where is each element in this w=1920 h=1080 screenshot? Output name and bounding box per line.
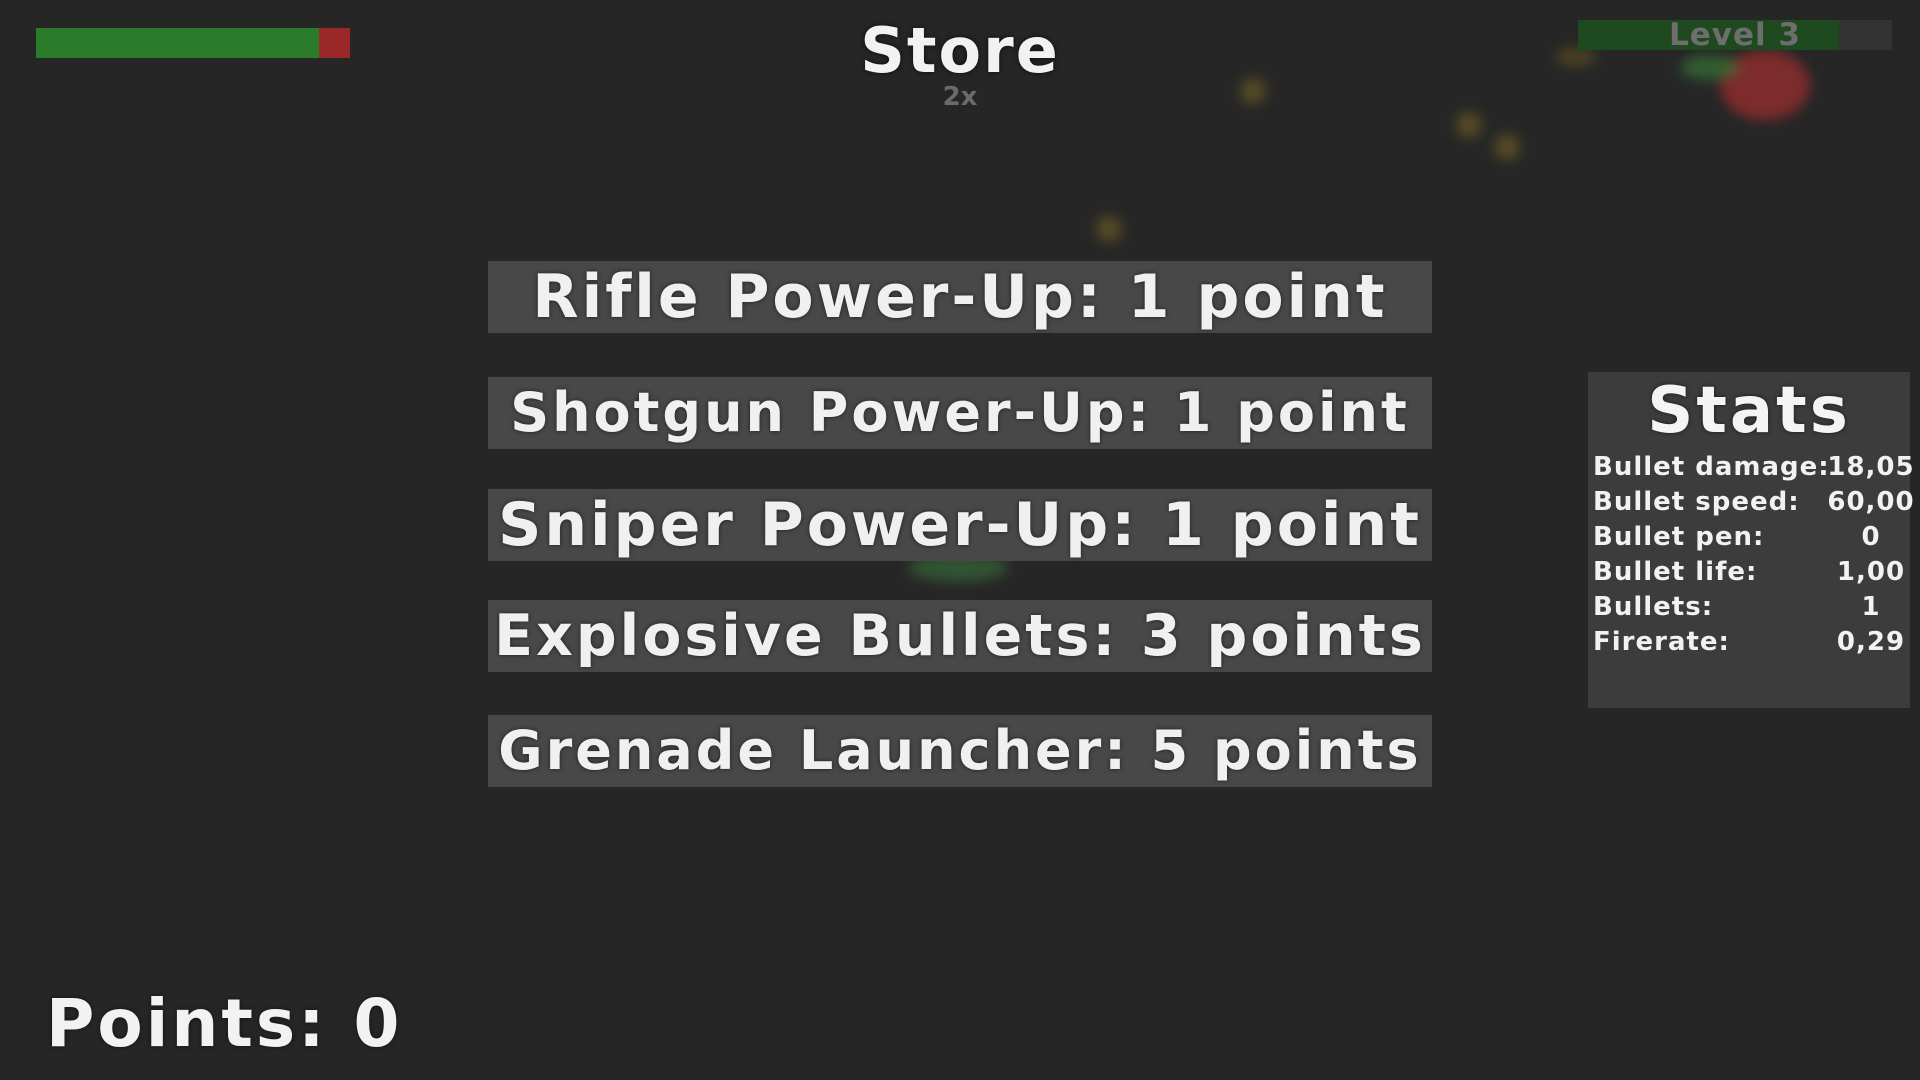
background-bullet xyxy=(1494,134,1520,160)
stat-value: 0 xyxy=(1861,522,1881,552)
stat-label: Bullet damage: xyxy=(1593,452,1830,482)
grenade-launcher-button[interactable]: Grenade Launcher: 5 points xyxy=(488,715,1432,787)
stats-title: Stats xyxy=(1647,374,1851,448)
explosive-bullets-button[interactable]: Explosive Bullets: 3 points xyxy=(488,600,1432,672)
background-bullet xyxy=(1456,112,1482,138)
stat-row-firerate: Firerate: 0,29 xyxy=(1588,625,1910,660)
stat-value: 18,05 xyxy=(1827,452,1915,482)
score-multiplier: 2x xyxy=(942,82,978,112)
stat-label: Bullet pen: xyxy=(1593,522,1765,552)
stat-row-bullet-speed: Bullet speed: 60,00 xyxy=(1588,485,1914,520)
stat-label: Bullet speed: xyxy=(1593,487,1800,517)
stat-row-bullet-life: Bullet life: 1,00 xyxy=(1588,555,1910,590)
shotgun-powerup-button[interactable]: Shotgun Power-Up: 1 point xyxy=(488,377,1432,449)
stats-panel: Stats Bullet damage: 18,05 Bullet speed:… xyxy=(1588,372,1914,708)
stat-value: 60,00 xyxy=(1827,487,1915,517)
stat-value: 1,00 xyxy=(1836,557,1906,587)
sniper-powerup-button[interactable]: Sniper Power-Up: 1 point xyxy=(488,489,1432,561)
stat-row-bullets: Bullets: 1 xyxy=(1588,590,1910,625)
rifle-powerup-button[interactable]: Rifle Power-Up: 1 point xyxy=(488,261,1432,333)
game-screen: Level 3 Store 2x Rifle Power-Up: 1 point… xyxy=(0,0,1920,1080)
stat-row-bullet-pen: Bullet pen: 0 xyxy=(1588,520,1910,555)
stat-row-bullet-damage: Bullet damage: 18,05 xyxy=(1588,450,1914,485)
stat-value: 1 xyxy=(1861,592,1881,622)
stat-label: Bullets: xyxy=(1593,592,1714,622)
store-title: Store xyxy=(860,14,1060,87)
stat-label: Firerate: xyxy=(1593,627,1730,657)
background-bullet xyxy=(1096,216,1122,242)
points-counter: Points: 0 xyxy=(46,985,403,1062)
stat-value: 0,29 xyxy=(1836,627,1906,657)
stat-label: Bullet life: xyxy=(1593,557,1758,587)
